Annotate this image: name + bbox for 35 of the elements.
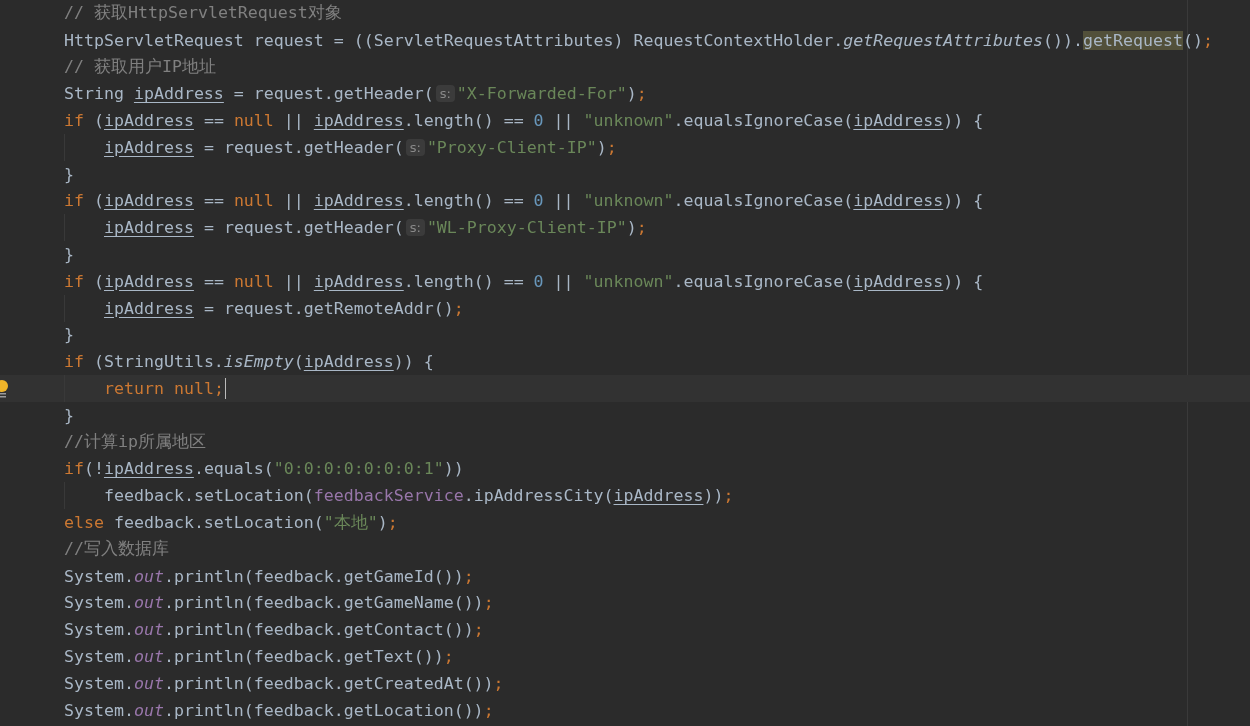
code-text: HttpServletRequest request = ((ServletRequestAttributes) RequestContextHolder.getRequestAttributes()).getRequest();: [64, 30, 1213, 50]
code-text: if (ipAddress == null || ipAddress.length() == 0 || "unknown".equalsIgnoreCase(ipAddress)) {: [64, 111, 984, 131]
code-text: "X-Forwarded-For");: [456, 84, 647, 104]
code-text: System.out.println(feedback.getGameName());: [64, 593, 494, 613]
code-text: String ipAddress = request.getHeader(: [64, 84, 434, 104]
code-text: if(!ipAddress.equals("0:0:0:0:0:0:0:1")): [64, 459, 464, 479]
code-text: if (ipAddress == null || ipAddress.length() == 0 || "unknown".equalsIgnoreCase(ipAddress)) {: [64, 191, 984, 211]
code-text: return null;: [104, 379, 224, 399]
code-text: if (ipAddress == null || ipAddress.length() == 0 || "unknown".equalsIgnoreCase(ipAddress)) {: [64, 271, 984, 291]
code-text: "WL-Proxy-Client-IP");: [426, 218, 647, 238]
code-text: // 获取HttpServletRequest对象: [64, 2, 342, 25]
code-text: ipAddress = request.getRemoteAddr();: [104, 298, 464, 318]
lightbulb-icon[interactable]: [0, 379, 10, 398]
code-editor[interactable]: [0, 0, 1250, 726]
code-text: System.out.println(feedback.getGameId());: [64, 566, 474, 586]
code-text: }: [64, 325, 74, 345]
parameter-hint: s:: [405, 138, 425, 156]
code-text: //计算ip所属地区: [64, 431, 206, 454]
code-text: }: [64, 245, 74, 265]
code-text: //写入数据库: [64, 538, 169, 561]
code-text: System.out.println(feedback.getCreatedAt());: [64, 673, 504, 693]
code-text: else feedback.setLocation("本地");: [64, 511, 398, 534]
code-text: System.out.println(feedback.getLocation());: [64, 700, 494, 720]
code-text: System.out.println(feedback.getContact());: [64, 620, 484, 640]
parameter-hint: s:: [405, 219, 425, 237]
code-text: }: [64, 405, 74, 425]
code-text: feedback.setLocation(feedbackService.ipAddressCity(ipAddress));: [104, 486, 734, 506]
code-text: System.out.println(feedback.getText());: [64, 647, 454, 666]
code-text: if (StringUtils.isEmpty(ipAddress)) {: [64, 352, 434, 372]
parameter-hint: s:: [435, 85, 455, 103]
code-text: ipAddress = request.getHeader(: [104, 137, 404, 157]
code-text: }: [64, 164, 74, 184]
code-text: // 获取用户IP地址: [64, 56, 216, 78]
code-text: "Proxy-Client-IP");: [426, 137, 617, 157]
code-text: ipAddress = request.getHeader(: [104, 218, 404, 238]
